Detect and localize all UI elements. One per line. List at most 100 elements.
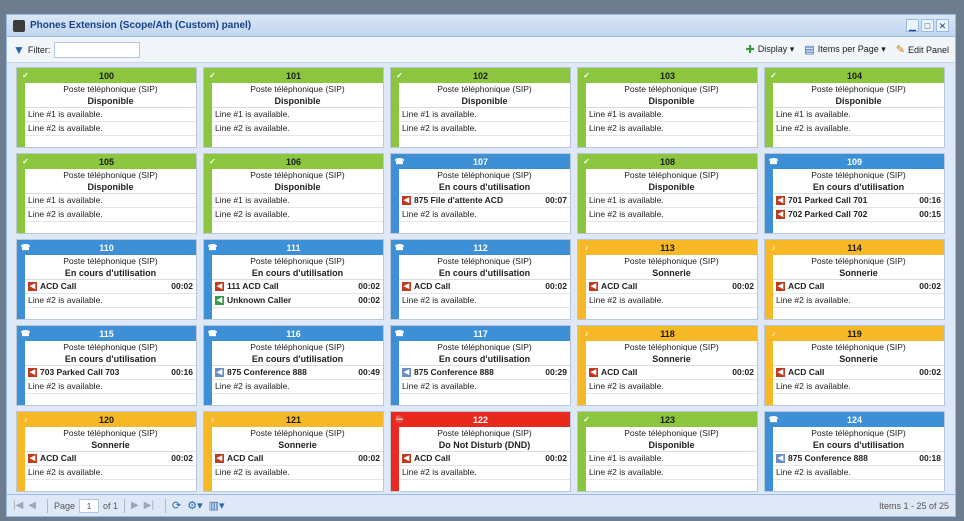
minimize-icon[interactable]: ▁	[906, 19, 919, 32]
line-row[interactable]: Line #2 is available.	[586, 208, 757, 222]
line-row[interactable]: ◀ ACD Call 00:02	[25, 280, 196, 294]
line-description: Line #2 is available.	[589, 295, 664, 305]
next-page-icon[interactable]: ▶	[131, 500, 139, 511]
extension-tile-107[interactable]: ☎ 107 Poste téléphonique (SIP) En cours d'u…	[390, 153, 571, 234]
line-row[interactable]: Line #2 is available.	[399, 380, 570, 394]
extension-tile-110[interactable]: ☎ 110 Poste téléphonique (SIP) En cours d'u…	[16, 239, 197, 320]
line-row[interactable]: ◀ ACD Call 00:02	[586, 280, 757, 294]
extension-tile-121[interactable]: ♪ 121 Poste téléphonique (SIP) Sonnerie ◀ ACD…	[203, 411, 384, 492]
line-row[interactable]: Line #2 is available.	[399, 122, 570, 136]
page-number-input[interactable]: 1	[79, 498, 100, 513]
line-row[interactable]: Line #2 is available.	[212, 466, 383, 480]
line-row[interactable]: Line #1 is available.	[212, 108, 383, 122]
extension-tile-120[interactable]: ♪ 120 Poste téléphonique (SIP) Sonnerie ◀ ACD…	[16, 411, 197, 492]
line-row[interactable]: Line #2 is available.	[773, 122, 944, 136]
line-row[interactable]: ◀ 875 Conference 888 00:18	[773, 452, 944, 466]
items-per-page-button[interactable]: ▤ Items per Page ▾	[804, 43, 885, 56]
display-button[interactable]: ✚ Display ▾	[746, 43, 795, 56]
extension-tile-115[interactable]: ☎ 115 Poste téléphonique (SIP) En cours d'u…	[16, 325, 197, 406]
extension-number: 123	[659, 414, 676, 425]
line-row[interactable]: Line #2 is available.	[586, 380, 757, 394]
call-icon: ◀	[776, 282, 785, 291]
line-row[interactable]: Line #1 is available.	[773, 108, 944, 122]
filter-input[interactable]	[54, 41, 141, 58]
line-row[interactable]: Line #2 is available.	[773, 294, 944, 308]
line-row[interactable]: ◀ 702 Parked Call 702 00:15	[773, 208, 944, 222]
line-row[interactable]: Line #2 is available.	[399, 466, 570, 480]
line-row[interactable]: Line #2 is available.	[212, 380, 383, 394]
extension-tile-103[interactable]: ✓ 103 Poste téléphonique (SIP) Disponible Li…	[577, 67, 758, 148]
extension-tile-122[interactable]: ⛔ 122 Poste téléphonique (SIP) Do Not Distu…	[390, 411, 571, 492]
extension-tile-100[interactable]: ✓ 100 Poste téléphonique (SIP) Disponible Li…	[16, 67, 197, 148]
line-row[interactable]: ◀ ACD Call 00:02	[586, 366, 757, 380]
extension-tile-105[interactable]: ✓ 105 Poste téléphonique (SIP) Disponible Li…	[16, 153, 197, 234]
line-row[interactable]: Line #1 is available.	[25, 194, 196, 208]
extension-tile-117[interactable]: ☎ 117 Poste téléphonique (SIP) En cours d'u…	[390, 325, 571, 406]
line-row[interactable]: Line #2 is available.	[25, 122, 196, 136]
chart-icon[interactable]: ▥▾	[209, 499, 225, 512]
line-row[interactable]: ◀ 875 File d'attente ACD 00:07	[399, 194, 570, 208]
line-row[interactable]: ◀ ACD Call 00:02	[773, 366, 944, 380]
line-row[interactable]: Line #2 is available.	[586, 122, 757, 136]
extension-tile-102[interactable]: ✓ 102 Poste téléphonique (SIP) Disponible Li…	[390, 67, 571, 148]
line-row[interactable]: ◀ 111 ACD Call 00:02	[212, 280, 383, 294]
extension-tile-104[interactable]: ✓ 104 Poste téléphonique (SIP) Disponible Li…	[764, 67, 945, 148]
extension-tile-114[interactable]: ♪ 114 Poste téléphonique (SIP) Sonnerie ◀ ACD…	[764, 239, 945, 320]
line-row[interactable]: ◀ ACD Call 00:02	[399, 452, 570, 466]
line-description: Line #1 is available.	[776, 109, 851, 119]
extension-tile-113[interactable]: ♪ 113 Poste téléphonique (SIP) Sonnerie ◀ ACD…	[577, 239, 758, 320]
refresh-icon[interactable]: ⟳	[172, 499, 181, 512]
line-description: ACD Call	[40, 281, 77, 291]
tile-header: ♪ 113	[578, 240, 757, 255]
line-row[interactable]: Line #2 is available.	[25, 466, 196, 480]
line-row[interactable]: ◀ 875 Conference 888 00:29	[399, 366, 570, 380]
line-row[interactable]: Line #1 is available.	[586, 108, 757, 122]
device-type: Poste téléphonique (SIP)	[63, 170, 158, 180]
line-row[interactable]: Line #2 is available.	[773, 380, 944, 394]
maximize-icon[interactable]: □	[921, 19, 934, 32]
tile-header: ♪ 119	[765, 326, 944, 341]
line-row[interactable]: Line #2 is available.	[25, 380, 196, 394]
line-row[interactable]: Line #1 is available.	[586, 194, 757, 208]
line-row[interactable]: ◀ ACD Call 00:02	[773, 280, 944, 294]
prev-page-icon[interactable]: ◀	[28, 500, 36, 511]
extension-tile-119[interactable]: ♪ 119 Poste téléphonique (SIP) Sonnerie ◀ ACD…	[764, 325, 945, 406]
line-row[interactable]: ◀ ACD Call 00:02	[399, 280, 570, 294]
last-page-icon[interactable]: ▶|	[144, 500, 154, 511]
line-row[interactable]: Line #1 is available.	[586, 452, 757, 466]
extension-tile-123[interactable]: ✓ 123 Poste téléphonique (SIP) Disponible Li…	[577, 411, 758, 492]
edit-panel-button[interactable]: ✎ Edit Panel	[896, 43, 949, 56]
extension-tile-116[interactable]: ☎ 116 Poste téléphonique (SIP) En cours d'u…	[203, 325, 384, 406]
line-row[interactable]: Line #1 is available.	[25, 108, 196, 122]
extension-tile-108[interactable]: ✓ 108 Poste téléphonique (SIP) Disponible Li…	[577, 153, 758, 234]
line-row[interactable]: ◀ ACD Call 00:02	[212, 452, 383, 466]
first-page-icon[interactable]: |◀	[13, 500, 23, 511]
extension-tile-111[interactable]: ☎ 111 Poste téléphonique (SIP) En cours d'u…	[203, 239, 384, 320]
extension-tile-118[interactable]: ♪ 118 Poste téléphonique (SIP) Sonnerie ◀ ACD…	[577, 325, 758, 406]
line-row[interactable]: Line #2 is available.	[586, 466, 757, 480]
close-icon[interactable]: ✕	[936, 19, 949, 32]
settings-icon[interactable]: ⚙▾	[187, 499, 202, 512]
extension-tile-101[interactable]: ✓ 101 Poste téléphonique (SIP) Disponible Li…	[203, 67, 384, 148]
line-row[interactable]: Line #2 is available.	[25, 208, 196, 222]
line-row[interactable]: Line #2 is available.	[25, 294, 196, 308]
line-row[interactable]: Line #2 is available.	[212, 122, 383, 136]
extension-tile-109[interactable]: ☎ 109 Poste téléphonique (SIP) En cours d'u…	[764, 153, 945, 234]
line-row[interactable]: ◀ 703 Parked Call 703 00:16	[25, 366, 196, 380]
line-row[interactable]: Line #2 is available.	[399, 208, 570, 222]
line-row[interactable]: ◀ 701 Parked Call 701 00:16	[773, 194, 944, 208]
line-row[interactable]: Line #2 is available.	[399, 294, 570, 308]
extension-tile-106[interactable]: ✓ 106 Poste téléphonique (SIP) Disponible Li…	[203, 153, 384, 234]
device-status: Sonnerie	[773, 267, 944, 280]
line-row[interactable]: Line #2 is available.	[773, 466, 944, 480]
extension-tile-112[interactable]: ☎ 112 Poste téléphonique (SIP) En cours d'u…	[390, 239, 571, 320]
line-row[interactable]: ◀ 875 Conference 888 00:49	[212, 366, 383, 380]
line-row[interactable]: Line #1 is available.	[212, 194, 383, 208]
line-row[interactable]: ◀ Unknown Caller 00:02	[212, 294, 383, 308]
extension-tile-124[interactable]: ☎ 124 Poste téléphonique (SIP) En cours d'u…	[764, 411, 945, 492]
line-row[interactable]: ◀ ACD Call 00:02	[25, 452, 196, 466]
line-row[interactable]: Line #2 is available.	[586, 294, 757, 308]
line-row[interactable]: Line #1 is available.	[399, 108, 570, 122]
line-row[interactable]: Line #2 is available.	[212, 208, 383, 222]
status-color-bar	[17, 83, 25, 147]
